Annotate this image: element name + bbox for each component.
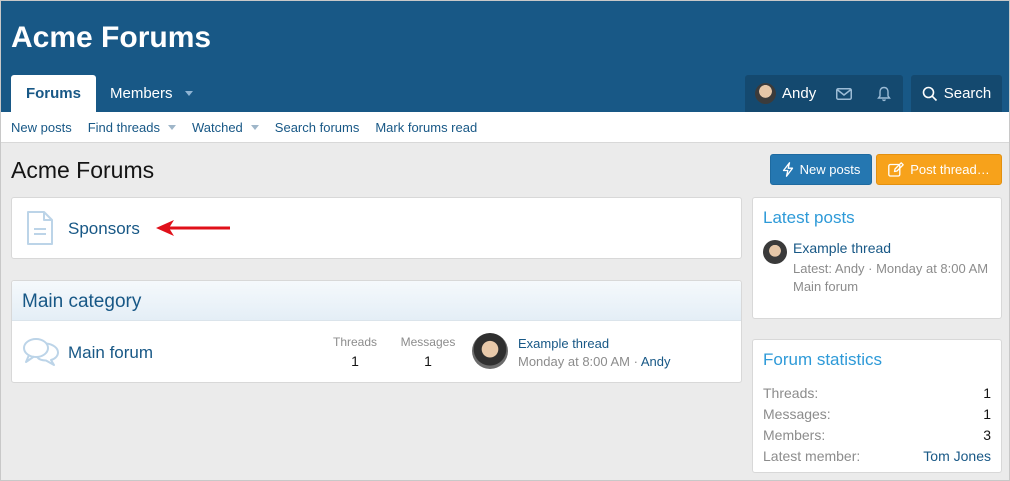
category-title[interactable]: Main category [22, 291, 141, 313]
subnav-watched[interactable]: Watched [192, 120, 259, 135]
subnav-mark-forums-read[interactable]: Mark forums read [375, 120, 477, 135]
new-posts-button[interactable]: New posts [770, 154, 872, 185]
subnav-label: Find threads [87, 119, 160, 135]
post-thread-button[interactable]: Post thread… [876, 154, 1002, 185]
user-name: Andy [782, 85, 817, 102]
search-button[interactable]: Search [911, 75, 1002, 112]
new-posts-label: New posts [799, 162, 861, 177]
subnav-new-posts[interactable]: New posts [11, 120, 72, 135]
edit-icon [888, 162, 905, 177]
latest-posts-title[interactable]: Latest posts [763, 208, 855, 228]
forum-statistics-widget: Forum statistics Threads: 1 Messages: 1 … [752, 339, 1002, 473]
avatar [755, 83, 776, 104]
user-menu-link[interactable]: Andy [755, 75, 816, 112]
stat-row-messages: Messages: 1 [763, 406, 991, 422]
stat-label: Latest member: [763, 448, 861, 464]
tab-forums[interactable]: Forums [11, 75, 96, 112]
stat-label: Messages: [763, 406, 831, 422]
subnav-label: New posts [11, 119, 72, 135]
latest-post-forum[interactable]: Main forum [793, 278, 993, 296]
lightning-icon [782, 162, 793, 177]
meta-separator: · [633, 354, 638, 369]
document-icon [27, 211, 53, 245]
main-category-block: Main category Main forum Threads 1 Messa… [11, 280, 742, 383]
main-forum-link[interactable]: Main forum [68, 343, 153, 363]
category-header: Main category [12, 281, 741, 321]
latest-thread-link[interactable]: Example thread [793, 240, 891, 256]
chevron-down-icon[interactable] [167, 124, 176, 130]
chevron-down-icon[interactable] [184, 91, 193, 96]
last-post-meta: Monday at 8:00 AM · Andy [518, 354, 671, 369]
user-nav: Andy [745, 75, 903, 112]
subnav-search-forums[interactable]: Search forums [275, 120, 360, 135]
threads-count: 1 [351, 353, 359, 369]
last-thread-link[interactable]: Example thread [518, 336, 609, 351]
annotation-arrow-icon [156, 220, 230, 236]
chat-bubbles-icon [23, 338, 59, 366]
latest-post-meta: Latest: Andy · Monday at 8:00 AM Main fo… [793, 260, 993, 296]
tab-forums-label: Forums [25, 85, 81, 102]
subnav-label: Search forums [274, 119, 360, 135]
latest-posts-widget: Latest posts Example thread Latest: Andy… [752, 197, 1002, 319]
threads-label: Threads [332, 335, 378, 349]
search-label: Search [943, 85, 992, 102]
sub-navigation: New posts Find threads Watched Search fo… [1, 112, 1009, 143]
stat-value: 3 [983, 427, 991, 443]
messages-count: 1 [424, 353, 432, 369]
sponsors-link[interactable]: Sponsors [68, 219, 140, 239]
tab-members-label: Members [110, 85, 173, 102]
subnav-find-threads[interactable]: Find threads [88, 120, 176, 135]
forum-statistics-title: Forum statistics [763, 350, 883, 369]
last-post-time[interactable]: Monday at 8:00 AM [518, 354, 630, 369]
tab-members[interactable]: Members [110, 75, 193, 112]
site-logo[interactable]: Acme Forums [11, 21, 211, 55]
page-title: Acme Forums [11, 157, 155, 183]
latest-post-meta-line: Latest: Andy · Monday at 8:00 AM [793, 261, 989, 276]
stat-label: Members: [763, 427, 826, 443]
stat-row-latest-member: Latest member: Tom Jones [763, 448, 991, 464]
stat-label: Threads: [763, 385, 819, 401]
search-icon [922, 86, 937, 101]
messages-label: Messages [400, 335, 456, 349]
sponsors-node: Sponsors [11, 197, 742, 259]
site-header: Acme Forums Forums Members Andy Search [1, 1, 1009, 112]
subnav-label: Watched [191, 119, 243, 135]
stat-row-threads: Threads: 1 [763, 385, 991, 401]
chevron-down-icon[interactable] [250, 124, 259, 130]
bell-icon[interactable] [871, 75, 897, 112]
stat-row-members: Members: 3 [763, 427, 991, 443]
stat-value: 1 [983, 406, 991, 422]
mail-icon[interactable] [831, 75, 857, 112]
last-post-user-link[interactable]: Andy [641, 354, 671, 369]
stat-value: 1 [983, 385, 991, 401]
latest-member-link[interactable]: Tom Jones [923, 448, 991, 464]
avatar[interactable] [472, 333, 508, 369]
post-thread-label: Post thread… [910, 162, 990, 177]
avatar[interactable] [763, 240, 787, 264]
subnav-label: Mark forums read [375, 119, 478, 135]
